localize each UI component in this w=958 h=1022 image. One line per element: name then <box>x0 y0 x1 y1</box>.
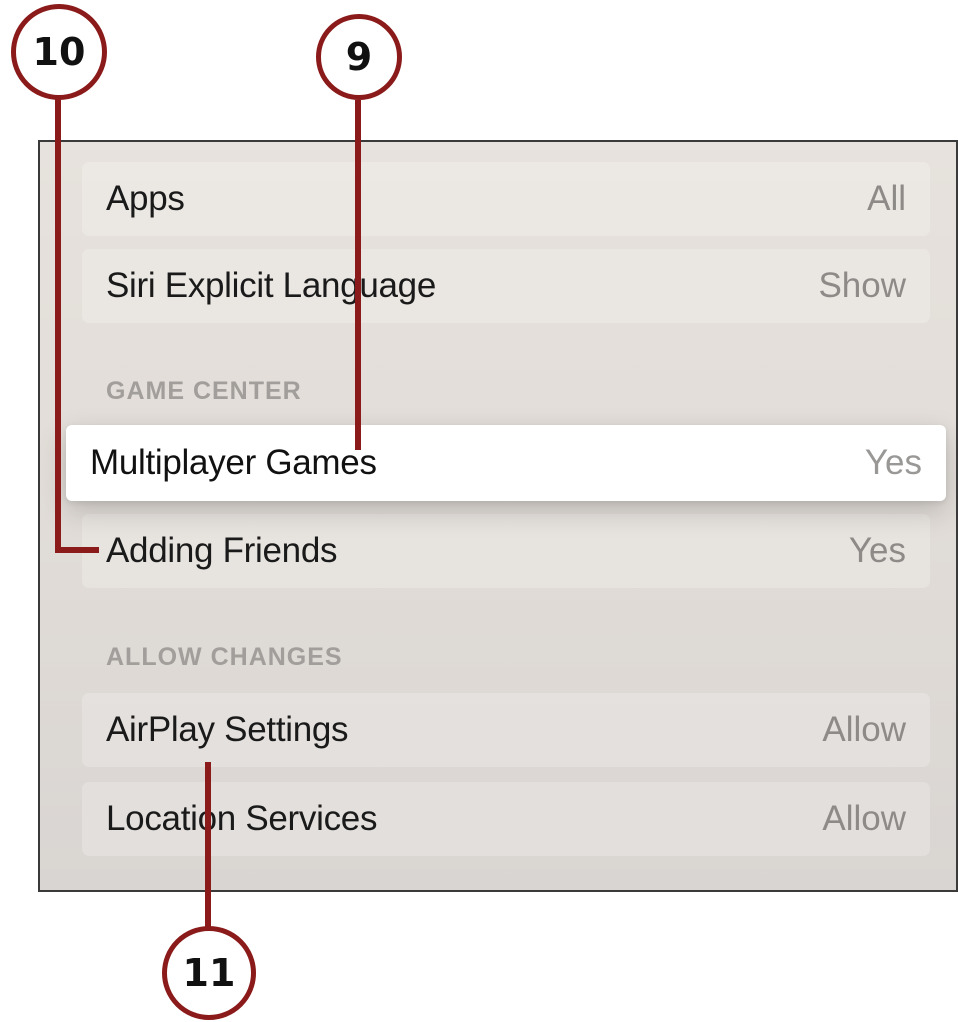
location-services-label: Location Services <box>106 799 378 838</box>
callout-11-line <box>205 762 211 952</box>
callout-9-line <box>355 100 361 450</box>
adding-friends-value: Yes <box>848 531 906 570</box>
apps-value: All <box>867 179 906 218</box>
multiplayer-games-value: Yes <box>864 443 922 482</box>
siri-explicit-language-value: Show <box>818 266 906 305</box>
figure: Apps All Siri Explicit Language Show GAM… <box>0 0 958 1022</box>
location-services-value: Allow <box>822 799 906 838</box>
callout-9-badge: 9 <box>316 14 402 100</box>
apps-label: Apps <box>106 179 185 218</box>
restrictions-settings-screen: Apps All Siri Explicit Language Show GAM… <box>38 140 958 892</box>
airplay-settings-value: Allow <box>822 710 906 749</box>
adding-friends-label: Adding Friends <box>106 531 338 570</box>
multiplayer-games-row[interactable]: Multiplayer Games Yes <box>66 425 946 501</box>
callout-10-horizontal-line <box>55 547 99 553</box>
apps-row[interactable]: Apps All <box>82 162 930 236</box>
allow-changes-header: ALLOW CHANGES <box>106 643 343 671</box>
multiplayer-games-label: Multiplayer Games <box>90 443 377 482</box>
game-center-header: GAME CENTER <box>106 377 302 405</box>
airplay-settings-row[interactable]: AirPlay Settings Allow <box>82 693 930 767</box>
siri-explicit-language-row[interactable]: Siri Explicit Language Show <box>82 249 930 323</box>
callout-10-badge: 10 <box>11 4 107 100</box>
callout-10-vertical-line <box>55 75 61 553</box>
callout-11-badge: 11 <box>162 926 256 1020</box>
siri-explicit-language-label: Siri Explicit Language <box>106 266 436 305</box>
airplay-settings-label: AirPlay Settings <box>106 710 349 749</box>
adding-friends-row[interactable]: Adding Friends Yes <box>82 514 930 588</box>
